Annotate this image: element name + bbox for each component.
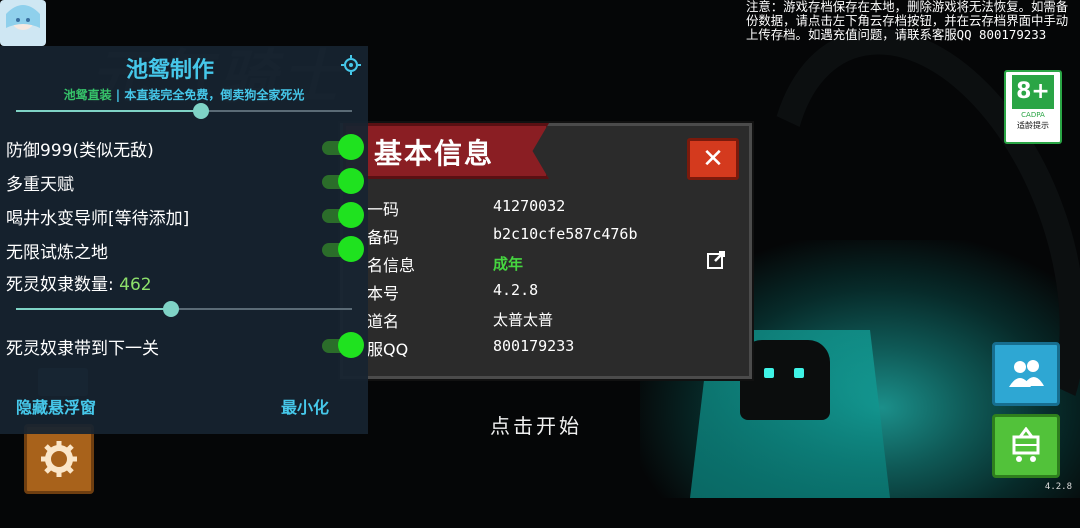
tap-to-start[interactable]: 点击开始	[490, 410, 582, 439]
minimize-button[interactable]: 最小化	[281, 394, 329, 418]
info-row: 名信息 成年	[343, 248, 733, 276]
info-table: 一码 41270032 备码 b2c10cfe587c476b 名信息 成年 本…	[343, 192, 733, 360]
minion-count-label: 死灵奴隶数量: 462	[6, 270, 152, 295]
close-button[interactable]: ✕	[687, 138, 739, 180]
edit-icon[interactable]	[706, 250, 726, 270]
toggle-label: 多重天赋	[6, 175, 74, 195]
creature-eye	[764, 368, 774, 378]
creature-eye	[794, 368, 804, 378]
info-value: 800179233	[493, 337, 575, 355]
dialog-title: 基本信息	[374, 137, 495, 170]
mod-menu-footer: 隐藏悬浮窗 最小化	[0, 380, 368, 434]
toggle-row-carry-minions[interactable]: 死灵奴隶带到下一关	[0, 328, 368, 362]
info-key: 一码	[367, 200, 400, 219]
toggle-switch[interactable]	[322, 236, 364, 262]
save-notice-text: 注意：游戏存档保存在本地，删除游戏将无法恢复。如需备份数据，请点击左下角云存档按…	[746, 0, 1069, 42]
info-key: 服QQ	[367, 340, 409, 359]
slider-fill	[16, 110, 201, 112]
slider-knob[interactable]	[162, 301, 179, 317]
info-row: 道名 太普太普	[343, 304, 733, 332]
minion-count-text: 死灵奴隶数量:	[6, 275, 120, 295]
minion-count-value: 462	[119, 275, 152, 295]
mod-menu-panel: 池鸳制作 池鸳直装 | 本直装完全免费，倒卖狗全家死光 防御999(类似无敌) …	[0, 46, 368, 434]
info-value: b2c10cfe587c476b	[493, 225, 638, 243]
subtitle-highlight: 池鸳直装	[63, 88, 112, 102]
people-icon	[1009, 360, 1044, 387]
info-value: 成年	[493, 255, 524, 273]
hide-window-button[interactable]: 隐藏悬浮窗	[16, 394, 96, 418]
info-row: 一码 41270032	[343, 192, 733, 220]
settings-button[interactable]	[24, 424, 94, 494]
info-row: 服QQ 800179233	[343, 332, 733, 360]
shop-button[interactable]	[992, 414, 1060, 478]
info-key: 备码	[367, 228, 400, 247]
version-label: 4.2.8	[1044, 482, 1072, 492]
toggle-switch[interactable]	[322, 168, 364, 194]
toggle-label: 无限试炼之地	[6, 243, 108, 263]
background-creature	[740, 340, 830, 420]
mod-menu-title: 池鸳制作	[125, 58, 214, 83]
info-value: 4.2.8	[493, 281, 539, 299]
minion-count-slider[interactable]	[16, 301, 352, 317]
gear-icon[interactable]	[340, 54, 362, 76]
info-value: 41270032	[493, 197, 566, 215]
age-rating-org: CADPA	[1021, 111, 1045, 119]
info-key: 名信息	[367, 256, 416, 275]
toggle-label: 喝井水变导师[等待添加]	[6, 209, 190, 229]
toggle-switch[interactable]	[322, 332, 364, 358]
toggle-row-trial-land[interactable]: 无限试炼之地	[0, 232, 368, 266]
toggle-row-well-water[interactable]: 喝井水变导师[等待添加]	[0, 198, 368, 232]
info-value: 太普太普	[493, 311, 554, 329]
toggle-switch[interactable]	[322, 134, 364, 160]
gear-icon	[41, 441, 77, 477]
mod-menu-subtitle: 池鸳直装 | 本直装完全免费，倒卖狗全家死光	[0, 86, 368, 103]
slider-knob[interactable]	[192, 103, 209, 119]
age-rating-badge[interactable]: 8+ CADPA 适龄提示	[1004, 70, 1062, 144]
subtitle-text: | 本直装完全免费，倒卖狗全家死光	[111, 88, 305, 102]
age-rating-value: 8+	[1012, 75, 1054, 109]
dialog-header: 基本信息	[343, 123, 549, 179]
social-button[interactable]	[992, 342, 1060, 406]
toggle-row-defense[interactable]: 防御999(类似无敌)	[0, 130, 368, 164]
info-key: 本号	[367, 284, 400, 303]
slider-fill	[16, 308, 171, 310]
age-rating-tip: 适龄提示	[1017, 121, 1049, 130]
info-row: 备码 b2c10cfe587c476b	[343, 220, 733, 248]
toggle-label: 死灵奴隶带到下一关	[6, 339, 159, 359]
cart-icon	[1012, 427, 1040, 462]
toggle-row-talent[interactable]: 多重天赋	[0, 164, 368, 198]
avatar[interactable]	[0, 0, 46, 46]
basic-info-dialog: 基本信息 ✕ 一码 41270032 备码 b2c10cfe587c476b 名…	[340, 123, 752, 379]
info-row: 本号 4.2.8	[343, 276, 733, 304]
toggle-label: 防御999(类似无敌)	[6, 141, 154, 161]
info-key: 道名	[367, 312, 400, 331]
opacity-slider[interactable]	[16, 103, 352, 119]
toggle-switch[interactable]	[322, 202, 364, 228]
